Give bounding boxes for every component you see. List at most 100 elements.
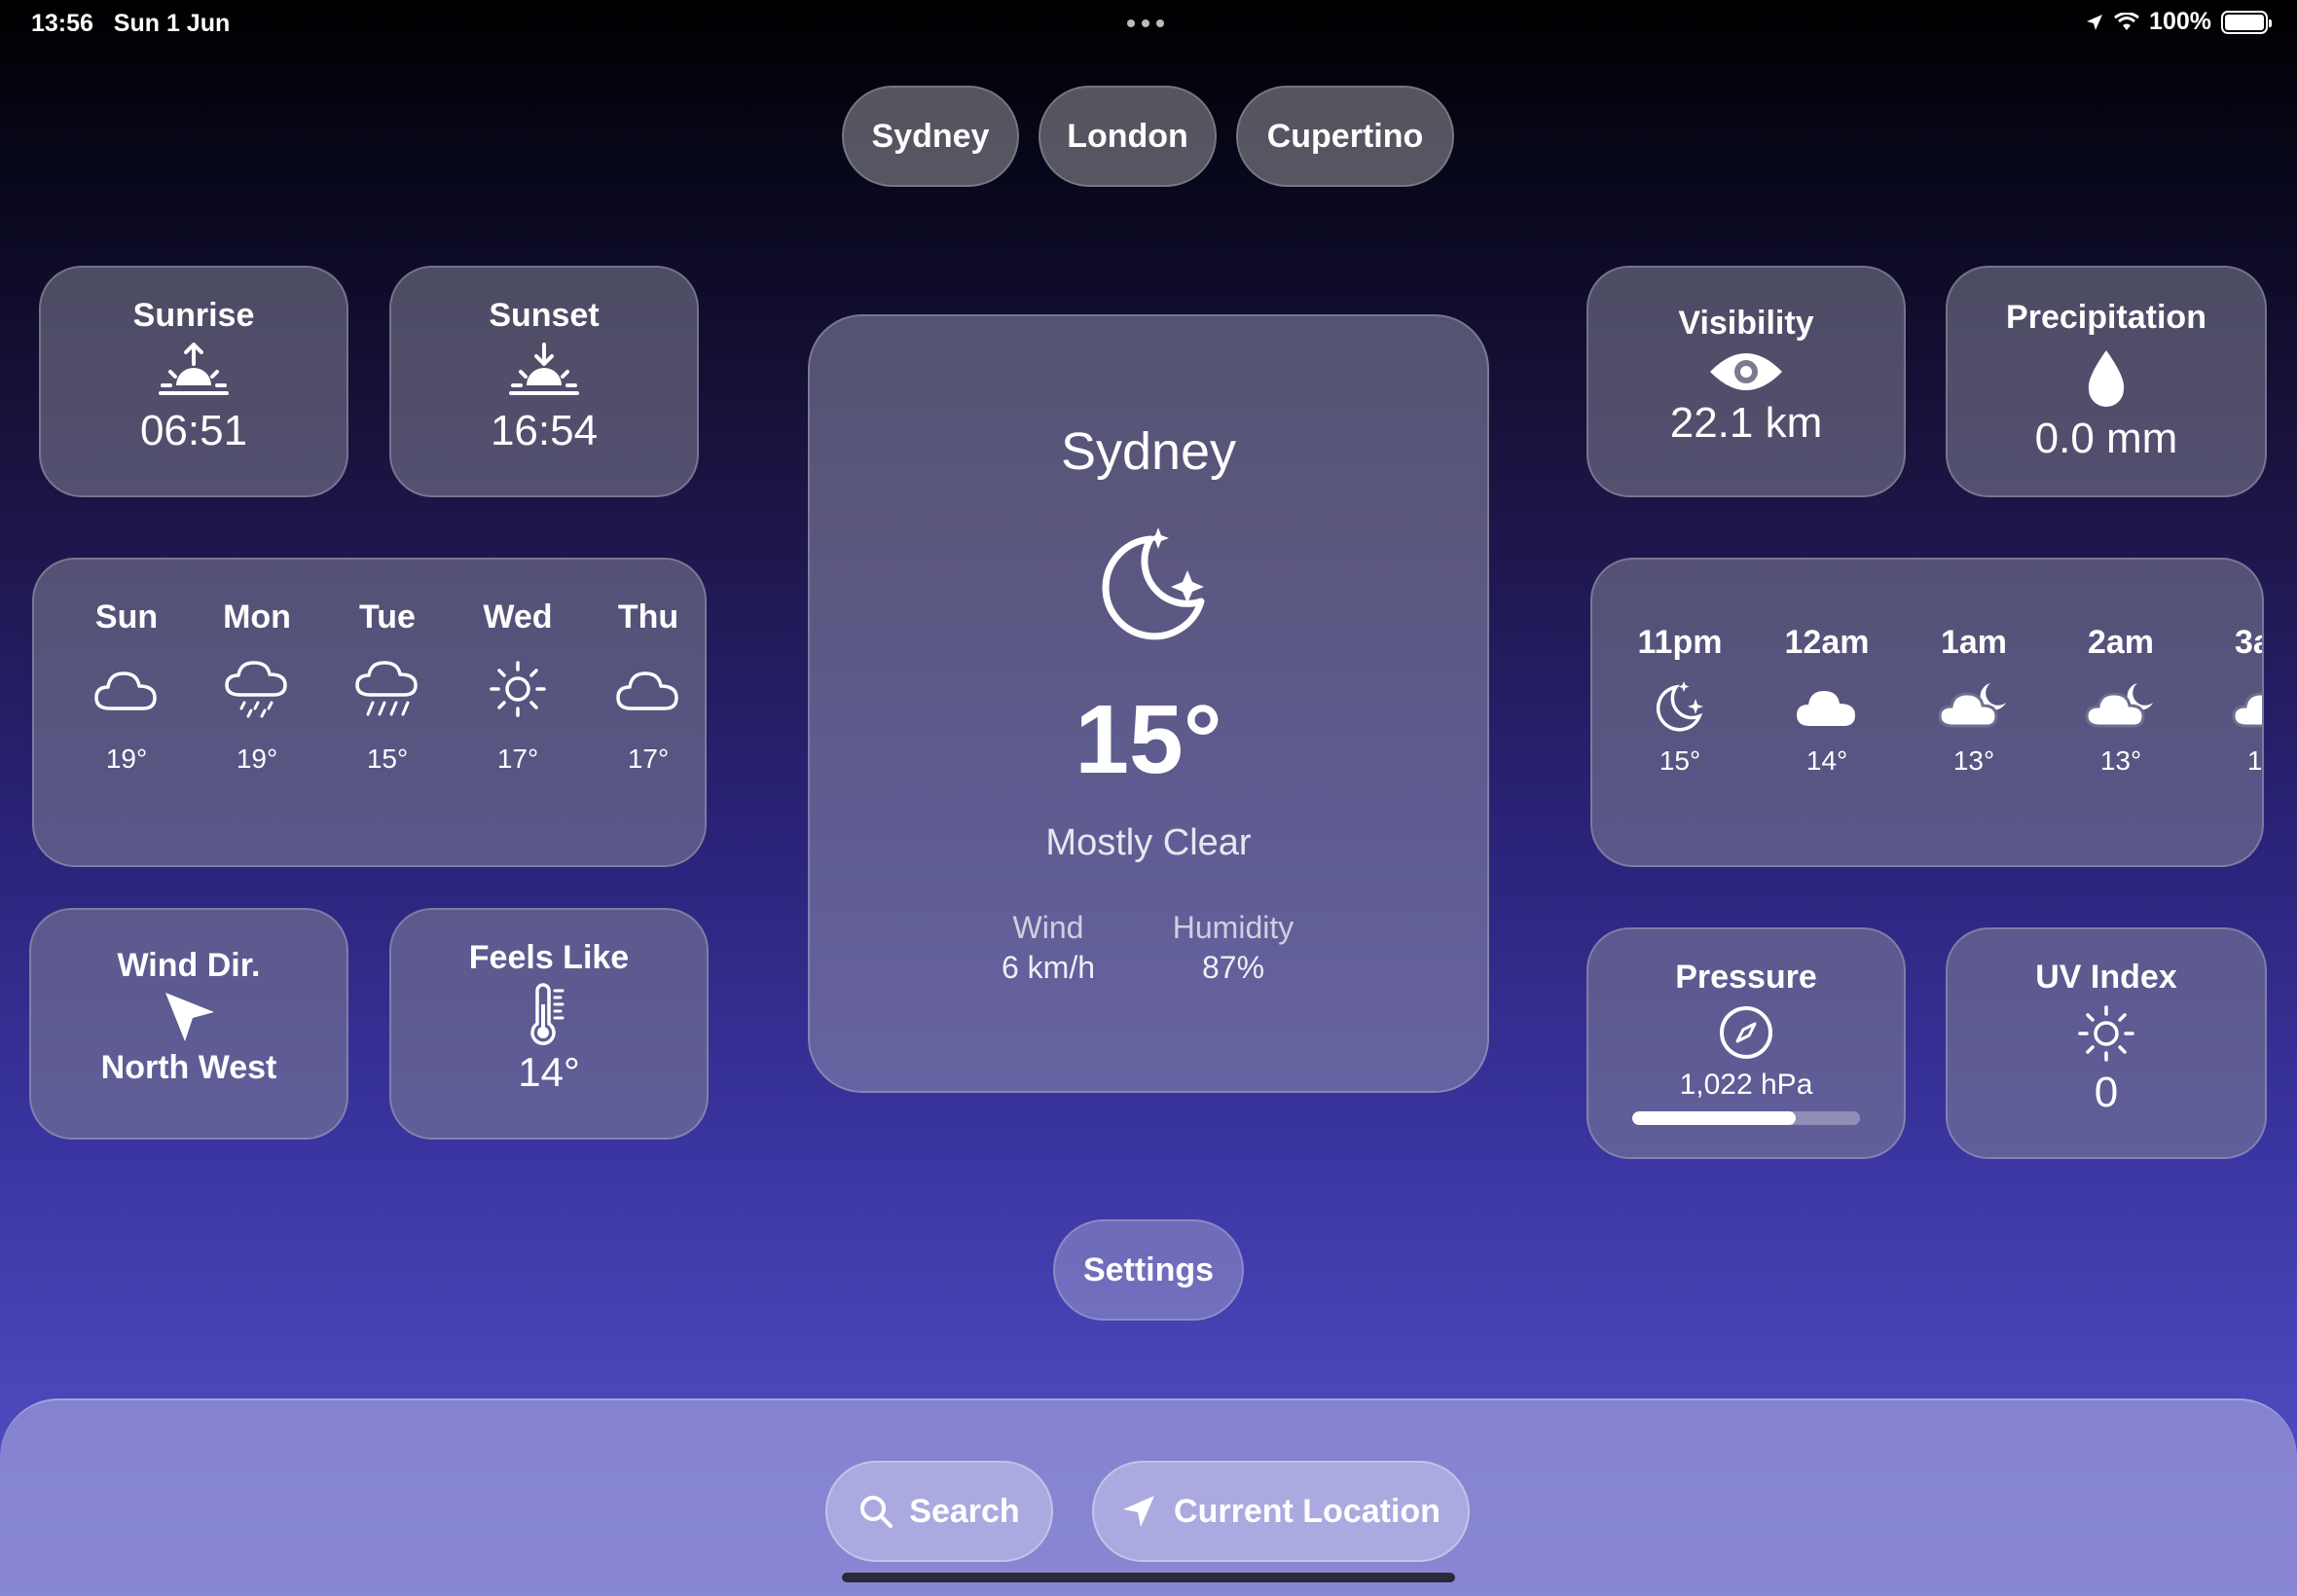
feels-like-value: 14° [518, 1049, 580, 1095]
day-label: Mon [223, 598, 291, 635]
visibility-tile: Visibility 22.1 km [1586, 266, 1906, 497]
tab-cupertino[interactable]: Cupertino [1236, 86, 1454, 187]
precipitation-tile: Precipitation 0.0 mm [1946, 266, 2267, 497]
current-location-label: Current Location [1174, 1492, 1440, 1530]
sunset-value: 16:54 [490, 407, 599, 454]
status-bar: 13:56 Sun 1 Jun 100% [0, 0, 2297, 49]
current-condition: Mostly Clear [1045, 822, 1252, 863]
hourly-forecast-card[interactable]: 11pm 15° 12am 14° 1am 13° 2am 13° 3am [1590, 558, 2264, 867]
day-column: Sun 19° [73, 598, 180, 775]
day-temp: 19° [236, 744, 278, 774]
cloud-moon-icon [1938, 683, 2006, 728]
current-temp: 15° [1075, 685, 1222, 794]
current-weather-card: Sydney 15° Mostly Clear Wind 6 km/h Humi… [808, 314, 1489, 1093]
raindrop-icon [2088, 350, 2125, 407]
wind-stat: Wind 6 km/h [975, 910, 1121, 986]
wind-direction-value: North West [100, 1049, 277, 1086]
precipitation-title: Precipitation [2006, 299, 2206, 336]
humidity-label: Humidity [1172, 910, 1294, 945]
day-temp: 17° [496, 744, 539, 774]
day-label: Tue [359, 598, 416, 635]
multitasking-dots[interactable] [1127, 19, 1164, 27]
status-right: 100% [2085, 8, 2272, 36]
day-column: Thu 17° [595, 598, 702, 775]
day-label: Sun [94, 598, 159, 635]
cloud-icon [94, 671, 157, 710]
humidity-stat: Humidity 87% [1160, 910, 1306, 986]
visibility-value: 22.1 km [1669, 399, 1823, 447]
gauge-icon [1720, 1006, 1772, 1059]
uv-index-tile: UV Index 0 [1946, 927, 2267, 1159]
precipitation-value: 0.0 mm [2034, 415, 2178, 462]
wind-direction-title: Wind Dir. [117, 947, 261, 984]
hour-temp: 14° [1805, 745, 1848, 776]
pressure-bar [1632, 1111, 1860, 1125]
cloud-moon-icon [2232, 692, 2262, 728]
cloud-icon [616, 671, 678, 710]
hour-temp: 15° [1659, 745, 1701, 776]
hour-label: 3am [2234, 624, 2262, 661]
hour-temp: 13° [2099, 745, 2142, 776]
cloud-drizzle-icon [225, 661, 287, 718]
day-temp: 19° [105, 744, 148, 774]
bottom-bar: Search Current Location [0, 1398, 2297, 1596]
day-label: Wed [483, 598, 553, 635]
uv-index-value: 0 [2094, 1069, 2119, 1116]
hour-column: 11pm 15° [1622, 624, 1738, 777]
humidity-value: 87% [1201, 950, 1265, 985]
hour-column: 12am 14° [1768, 624, 1885, 777]
day-column: Tue 15° [334, 598, 441, 775]
day-column: Wed 17° [464, 598, 571, 775]
wind-label: Wind [1012, 910, 1084, 945]
sunrise-title: Sunrise [132, 297, 255, 334]
thermometer-icon [530, 983, 565, 1045]
sunset-tile: Sunset 16:54 [389, 266, 699, 497]
settings-button[interactable]: Settings [1053, 1219, 1244, 1321]
hour-temp: 13° [1952, 745, 1995, 776]
hour-column: 3am 12° [2209, 624, 2263, 777]
wind-value: 6 km/h [1001, 950, 1096, 985]
search-button[interactable]: Search [825, 1461, 1053, 1562]
visibility-title: Visibility [1678, 305, 1814, 342]
pressure-title: Pressure [1675, 959, 1817, 996]
wind-direction-tile: Wind Dir. North West [29, 908, 348, 1140]
sunset-icon [509, 343, 579, 395]
tab-london[interactable]: London [1039, 86, 1217, 187]
sunrise-value: 06:51 [139, 407, 248, 454]
hour-temp: 12° [2246, 745, 2263, 776]
hour-column: 2am 13° [2062, 624, 2179, 777]
current-location-button[interactable]: Current Location [1092, 1461, 1470, 1562]
sunrise-icon [159, 343, 229, 395]
feels-like-tile: Feels Like 14° [389, 908, 709, 1140]
direction-arrow-icon [165, 993, 214, 1041]
tab-sydney[interactable]: Sydney [842, 86, 1019, 187]
eye-icon [1710, 353, 1782, 390]
cloud-rain-icon [355, 661, 418, 716]
status-time: 13:56 Sun 1 Jun [31, 10, 231, 37]
search-label: Search [909, 1492, 1020, 1530]
day-temp: 17° [627, 744, 670, 774]
battery-icon [2221, 10, 2272, 34]
hour-label: 12am [1784, 624, 1870, 661]
location-arrow-icon [2087, 14, 2103, 30]
day-label: Thu [617, 598, 679, 635]
hour-label: 2am [2087, 624, 2155, 661]
home-indicator[interactable] [842, 1573, 1455, 1582]
cloud-moon-icon [2085, 683, 2153, 728]
battery-percent: 100% [2149, 8, 2211, 35]
current-city: Sydney [1060, 422, 1237, 481]
day-temp: 15° [366, 744, 409, 774]
location-arrow-icon [1123, 1496, 1155, 1527]
sunset-title: Sunset [489, 297, 600, 334]
pressure-value: 1,022 hPa [1679, 1069, 1813, 1101]
hour-label: 1am [1940, 624, 2008, 661]
wifi-icon [2114, 12, 2139, 30]
daily-forecast-card: Sun 19° Mon 19° Tue 15° Wed 17° Thu 17° [32, 558, 707, 867]
pressure-bar-fill [1632, 1111, 1797, 1125]
cloud-fill-icon [1797, 691, 1855, 726]
moon-stars-icon [1102, 527, 1205, 640]
sun-icon [2078, 1005, 2134, 1062]
moon-stars-icon [1656, 681, 1703, 732]
hour-column: 1am 13° [1915, 624, 2032, 777]
pressure-tile: Pressure 1,022 hPa [1586, 927, 1906, 1159]
